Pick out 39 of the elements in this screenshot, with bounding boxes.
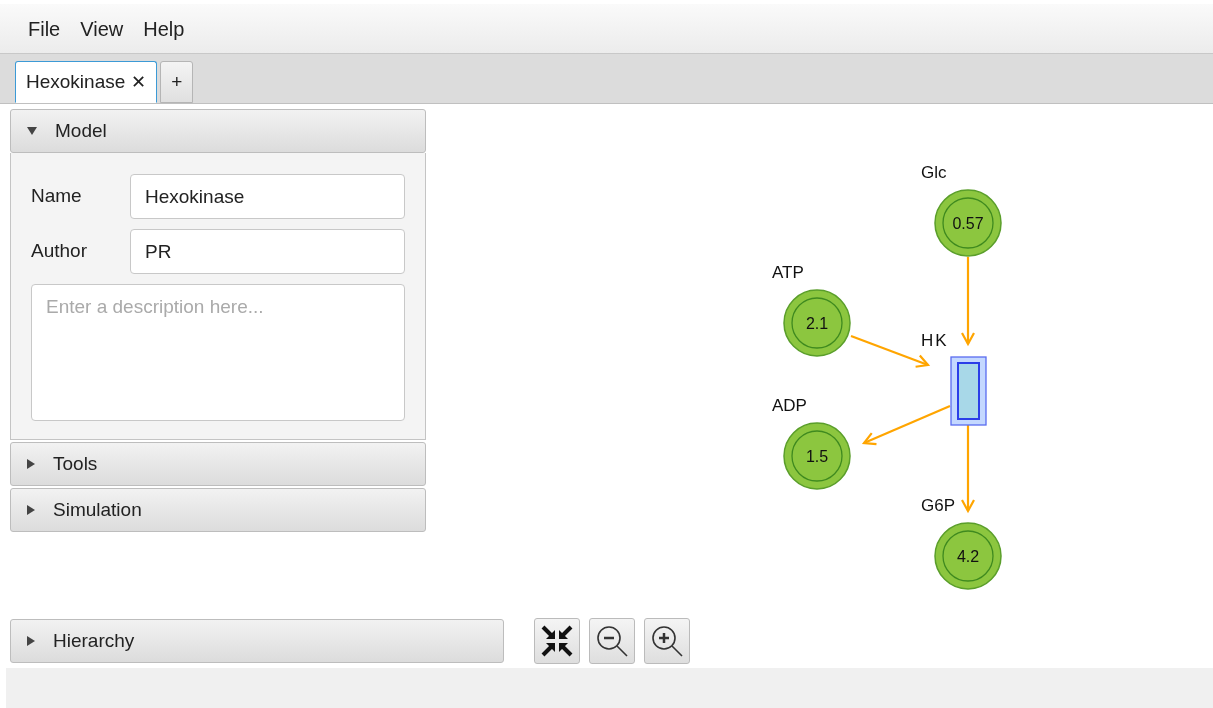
- node-label: ATP: [772, 263, 804, 282]
- name-field[interactable]: Hexokinase: [130, 174, 405, 219]
- panel-header[interactable]: Simulation: [10, 488, 426, 532]
- species-node[interactable]: [783, 289, 851, 357]
- menu-item[interactable]: Help: [137, 13, 191, 44]
- node-value: 4.2: [956, 548, 980, 565]
- zoom-out-icon: [594, 623, 630, 659]
- panel-header[interactable]: Model: [10, 109, 426, 153]
- node-value: 1.5: [805, 448, 829, 465]
- fit-to-view-button[interactable]: [534, 618, 580, 664]
- collapse-triangle-icon: [27, 127, 37, 135]
- panel-header[interactable]: Hierarchy: [10, 619, 504, 663]
- node-label: ADP: [772, 396, 807, 415]
- reaction-node[interactable]: [950, 356, 987, 426]
- panel-header[interactable]: Tools: [10, 442, 426, 486]
- author-field[interactable]: PR: [130, 229, 405, 274]
- species-node[interactable]: [934, 522, 1002, 590]
- zoom-in-button[interactable]: [644, 618, 690, 664]
- tab[interactable]: +: [160, 61, 194, 103]
- collapse-arrows-icon: [540, 624, 574, 658]
- node-label: Glc: [921, 163, 947, 182]
- expand-triangle-icon: [27, 459, 35, 469]
- expand-triangle-icon: [27, 636, 35, 646]
- expand-triangle-icon: [27, 505, 35, 515]
- description-field[interactable]: Enter a description here...: [31, 284, 405, 421]
- close-tab-button[interactable]: ✕: [131, 68, 147, 96]
- node-label: HK: [921, 331, 949, 350]
- species-node[interactable]: [783, 422, 851, 490]
- zoom-in-icon: [649, 623, 685, 659]
- field-label: Name: [31, 184, 83, 209]
- menu-item[interactable]: File: [22, 13, 67, 44]
- menu-item[interactable]: View: [74, 13, 130, 44]
- zoom-out-button[interactable]: [589, 618, 635, 664]
- field-label: Author: [31, 239, 88, 264]
- node-label: G6P: [921, 496, 956, 515]
- species-node[interactable]: [934, 189, 1002, 257]
- node-value: 2.1: [805, 315, 829, 332]
- node-value: 0.57: [952, 215, 984, 232]
- tab[interactable]: Hexokinase ✕: [15, 61, 158, 103]
